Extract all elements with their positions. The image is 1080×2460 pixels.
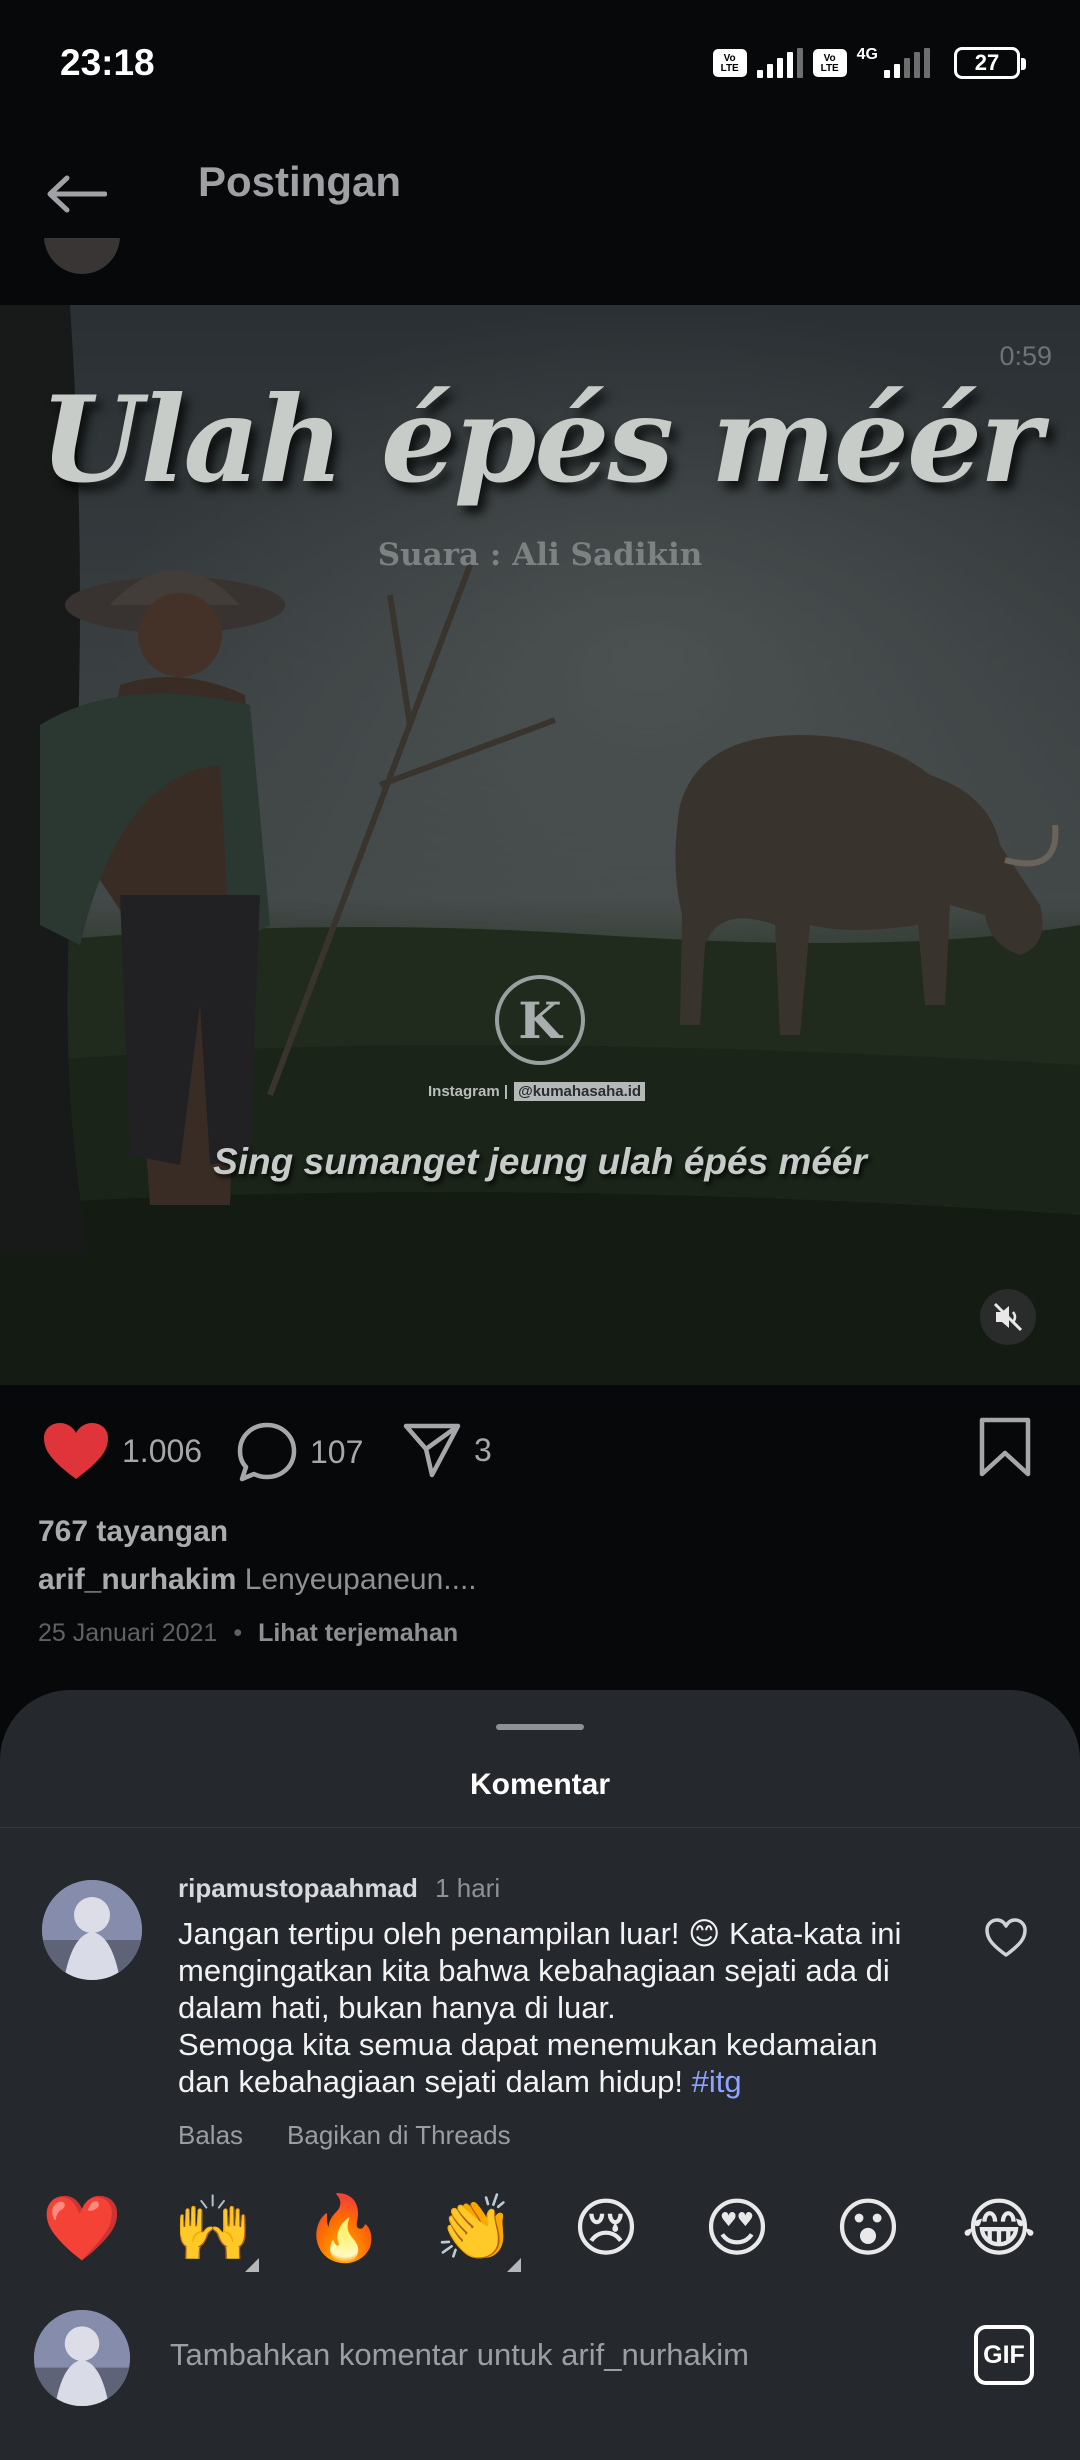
emoji-button[interactable]: ❤️ [42,2188,122,2268]
emoji-variants-indicator [507,2258,521,2272]
emoji-button[interactable]: 😢 [566,2188,646,2268]
volume-muted-icon [993,1302,1023,1332]
battery-icon: 27 [954,47,1026,79]
comment-text: Jangan tertipu oleh penampilan luar! 😊 K… [178,1915,938,2100]
sheet-title: Komentar [469,1768,611,1801]
video-title-text: Ulah épés méér [39,370,1042,509]
sheet-drag-handle[interactable] [496,1724,584,1730]
video-caption-text: Sing sumanget jeung ulah épés méér [213,1141,867,1182]
like-heart-shape [44,1423,108,1479]
watermark-logo: K [495,975,585,1065]
gif-button[interactable]: GIF [974,2325,1034,2385]
see-translation-link[interactable]: Lihat terjemahan [258,1619,458,1648]
comment-line: dan kebahagiaan sejati dalam hidup! #itg [178,2064,742,2099]
instagram-credit: Instagram | @kumahasaha.id [428,1082,646,1101]
emoji-button[interactable]: 😂 [959,2188,1039,2268]
post-video[interactable]: 0:59 Ulah épés méér Suara : Ali Sadikin … [0,305,1080,1385]
emoji-button[interactable]: 😮 [828,2188,908,2268]
volte-icon: Vo LTE [812,49,847,77]
emoji-button[interactable]: 🙌 [173,2188,259,2272]
heart-filled-icon [44,1423,108,1479]
comments-count: 107 [310,1433,364,1470]
share-threads-button[interactable]: Bagikan di Threads [287,2120,511,2151]
comment-line: mengingatkan kita bahwa kebahagiaan seja… [178,1953,890,1988]
comment-line: Jangan tertipu oleh penampilan luar! 😊 K… [178,1916,902,1951]
back-button[interactable] [36,154,116,234]
comment-line: Semoga kita semua dapat menemukan kedama… [178,2027,878,2062]
save-button[interactable] [978,1417,1032,1482]
divider [0,1827,1080,1828]
signal-icon [756,48,803,78]
emoji-reaction-bar: ❤️ 🙌 🔥 👏 😢 😍 😮 😂 [0,2188,1080,2278]
reply-button[interactable]: Balas [178,2120,243,2151]
post-date: 25 Januari 2021 [38,1619,218,1647]
comments-sheet: Komentar ripamustopaahmad 1 hari Jangan … [0,1690,1080,2460]
likes-count: 1.006 [122,1432,203,1469]
commenter-username[interactable]: ripamustopaahmad [178,1873,418,1903]
emoji-variants-indicator [245,2258,259,2272]
post-actions: 1.006 107 3 [0,1395,1080,1505]
comment-action[interactable]: 107 [236,1421,363,1483]
avatar-image [42,1880,142,1980]
hashtag-link[interactable]: #itg [692,2064,742,2099]
commenter-avatar[interactable] [42,1880,142,1980]
status-time: 23:18 [60,42,155,83]
post-meta: 25 Januari 2021 • Lihat terjemahan [38,1619,458,1648]
battery-level: 27 [974,50,1000,75]
mute-button[interactable] [980,1289,1036,1345]
heart-outline-icon [985,1918,1027,1957]
post-caption: arif_nurhakim Lenyeupaneun.... [38,1563,477,1597]
share-action[interactable]: 3 [402,1421,492,1479]
emoji-button[interactable]: 👏 [435,2188,521,2272]
view-count: 767 tayangan [38,1515,229,1548]
comment-input[interactable] [170,2337,950,2373]
comment-bubble-icon [237,1422,297,1482]
author-avatar[interactable] [44,238,120,274]
app-bar: Postingan [0,130,1080,260]
avatar-image [34,2310,130,2406]
like-comment-button[interactable] [984,1918,1028,1963]
like-action[interactable]: 1.006 [42,1421,202,1481]
comment-composer: GIF [0,2300,1080,2420]
shares-count: 3 [474,1431,492,1468]
video-duration: 0:59 [999,341,1052,371]
comment-actions: Balas Bagikan di Threads [178,2120,511,2151]
comment-line: dalam hati, bukan hanya di luar. [178,1990,616,2025]
caption-text: Lenyeupaneun.... [244,1563,477,1596]
emoji-button[interactable]: 😍 [697,2188,777,2268]
emoji-button[interactable]: 🔥 [304,2188,384,2268]
my-avatar [34,2310,130,2406]
signal-icon [884,48,930,78]
comment-time: 1 hari [435,1873,501,1903]
page-title: Postingan [198,158,402,205]
status-bar: 23:18 Vo LTE Vo LTE 4G 27 [0,0,1080,130]
video-credit-text: Suara : Ali Sadikin [377,537,703,573]
post-author-link[interactable]: arif_nurhakim [38,1563,236,1596]
comment-header: ripamustopaahmad 1 hari [178,1873,500,1904]
volte-icon: Vo LTE [712,49,747,77]
network-type-label: 4G [856,46,878,63]
arrow-left-icon [47,175,107,213]
send-icon [403,1423,461,1478]
separator-dot: • [233,1619,243,1647]
status-icons: Vo LTE Vo LTE 4G 27 [712,46,1026,80]
bookmark-icon [979,1417,1031,1477]
